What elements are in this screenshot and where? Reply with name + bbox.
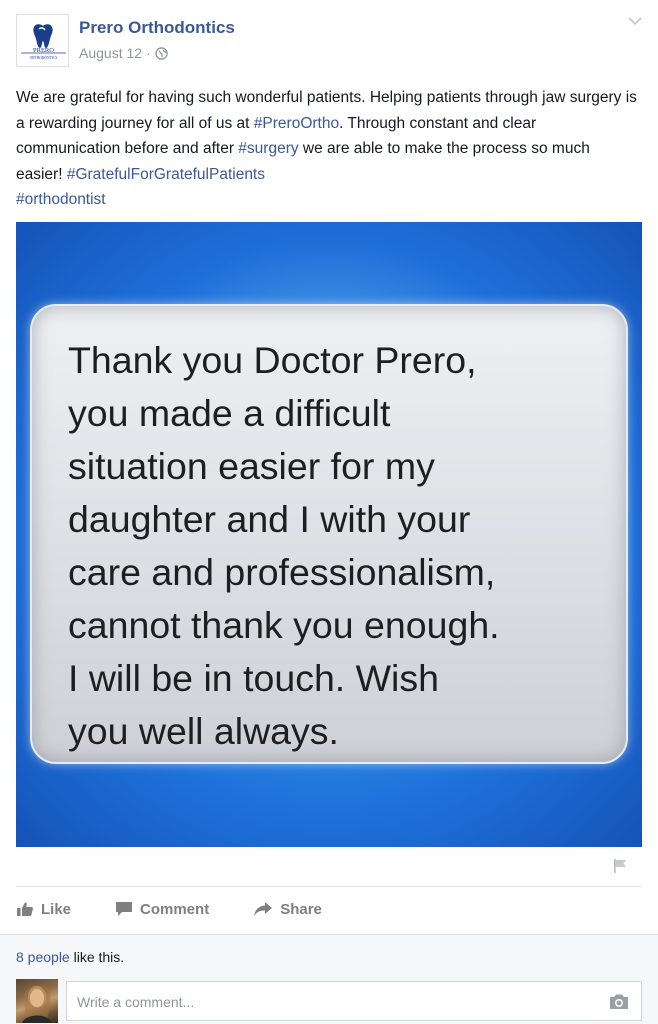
like-button[interactable]: Like	[16, 901, 71, 918]
tooth-logo-icon: PRERO ORTHODONTICS	[21, 24, 66, 60]
likes-summary: 8 people like this.	[16, 949, 124, 965]
hashtag-link[interactable]: #surgery	[238, 140, 298, 157]
post-actions-bar: Like Comment Share	[16, 898, 366, 920]
post-message: We are grateful for having such wonderfu…	[16, 85, 640, 213]
flag-icon[interactable]	[612, 858, 628, 874]
share-button[interactable]: Share	[253, 901, 322, 918]
share-arrow-icon	[254, 902, 273, 916]
post-photo[interactable]: Thank you Doctor Prero, you made a diffi…	[16, 222, 642, 847]
post-meta: August 12 ·	[79, 45, 168, 61]
hashtag-link[interactable]: #orthodontist	[16, 191, 106, 208]
likes-people-link[interactable]: 8 people	[16, 949, 70, 965]
page-name-link[interactable]: Prero Orthodontics	[79, 18, 235, 38]
message-screenshot-card: Thank you Doctor Prero, you made a diffi…	[30, 304, 628, 764]
hashtag-link[interactable]: #PreroOrtho	[254, 115, 339, 132]
logo-subtext: ORTHODONTICS	[30, 56, 58, 60]
user-avatar[interactable]	[16, 979, 58, 1023]
hashtag-link[interactable]: #GratefulForGratefulPatients	[67, 166, 265, 183]
page-logo[interactable]: PRERO ORTHODONTICS	[16, 14, 69, 67]
share-label: Share	[280, 900, 322, 918]
comment-button[interactable]: Comment	[115, 901, 209, 918]
facebook-post: PRERO ORTHODONTICS Prero Orthodontics Au…	[0, 0, 658, 1024]
globe-icon[interactable]	[154, 46, 168, 60]
thank-you-message: Thank you Doctor Prero, you made a diffi…	[68, 339, 500, 752]
comment-bubble-icon	[116, 902, 133, 916]
comment-label: Comment	[140, 900, 210, 918]
camera-icon[interactable]	[609, 993, 629, 1010]
post-date[interactable]: August 12 ·	[79, 45, 151, 61]
comment-input[interactable]	[77, 991, 577, 1013]
avatar-photo	[22, 985, 52, 1023]
actions-divider	[16, 886, 642, 887]
comment-composer[interactable]	[66, 981, 642, 1021]
logo-wordmark: PRERO	[33, 47, 54, 54]
like-label: Like	[41, 900, 72, 918]
post-footer: 8 people like this.	[0, 934, 658, 1024]
likes-suffix: like this.	[69, 949, 125, 965]
chevron-down-icon[interactable]	[628, 16, 642, 26]
thumbs-up-icon	[17, 902, 33, 916]
